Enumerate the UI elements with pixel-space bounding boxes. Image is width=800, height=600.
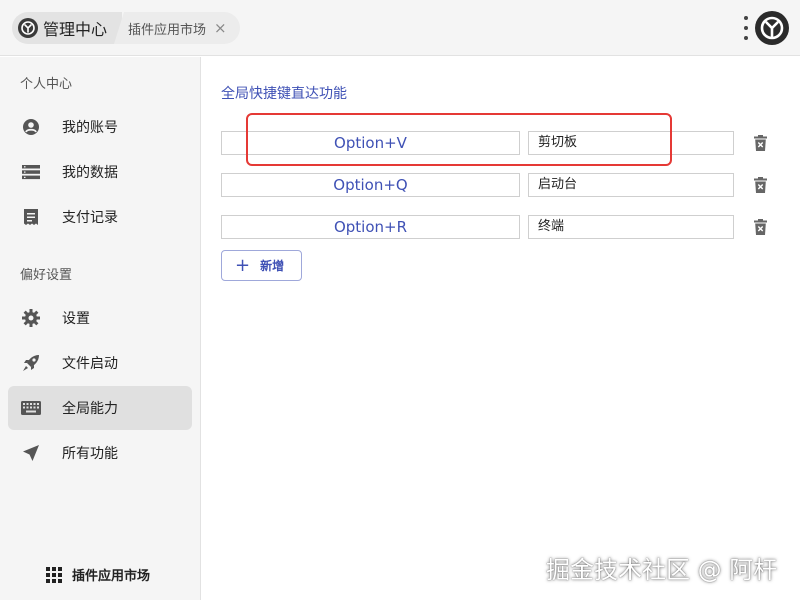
sidebar-item-my-data[interactable]: 我的数据 — [8, 150, 192, 194]
plugin-market-label: 插件应用市场 — [72, 569, 151, 584]
shortcut-function-input[interactable]: 剪切板 — [528, 131, 734, 155]
shortcut-row: Option+Q 启动台 — [221, 173, 781, 197]
tab-plugin-market-label: 插件应用市场 — [128, 22, 207, 38]
data-list-icon — [20, 161, 42, 183]
section-preferences-title: 偏好设置 — [20, 268, 73, 283]
shortcut-function-input[interactable]: 终端 — [528, 215, 734, 239]
keyboard-icon — [20, 397, 42, 419]
gear-icon — [20, 307, 42, 329]
sidebar-item-my-account[interactable]: 我的账号 — [8, 105, 192, 149]
y-logo-avatar[interactable] — [755, 11, 789, 45]
plugin-market-link[interactable]: 插件应用市场 — [46, 565, 150, 584]
sidebar-item-label: 设置 — [62, 311, 90, 327]
shortcut-key-input[interactable]: Option+R — [221, 215, 520, 239]
shortcut-row: Option+R 终端 — [221, 215, 781, 239]
add-shortcut-label: 新增 — [260, 259, 285, 273]
account-circle-icon — [20, 116, 42, 138]
sidebar-item-label: 支付记录 — [62, 210, 118, 226]
plus-icon: + — [235, 254, 251, 276]
tab-admin-center-label: 管理中心 — [43, 20, 108, 39]
shortcut-key-input[interactable]: Option+Q — [221, 173, 520, 197]
add-shortcut-button[interactable]: + 新增 — [221, 250, 302, 281]
rocket-icon — [20, 352, 42, 374]
y-logo-icon — [18, 18, 38, 38]
sidebar-item-label: 我的数据 — [62, 165, 118, 181]
sidebar: 个人中心 我的账号 我的数据 支付记录 偏好设置 设置 文件启动 全局能力 所有… — [0, 57, 201, 600]
sidebar-item-label: 所有功能 — [62, 446, 118, 462]
shortcut-function-input[interactable]: 启动台 — [528, 173, 734, 197]
sidebar-item-label: 文件启动 — [62, 356, 118, 372]
sidebar-item-file-launch[interactable]: 文件启动 — [8, 341, 192, 385]
sidebar-item-all-features[interactable]: 所有功能 — [8, 431, 192, 475]
sidebar-item-label: 我的账号 — [62, 120, 118, 136]
kebab-menu-icon[interactable] — [743, 16, 749, 40]
grid-icon — [46, 566, 62, 583]
close-icon[interactable]: × — [214, 20, 227, 36]
send-icon — [20, 442, 42, 464]
shortcut-key-input[interactable]: Option+V — [221, 131, 520, 155]
tab-plugin-market[interactable]: 插件应用市场 × — [114, 12, 240, 44]
sidebar-item-global-abilities[interactable]: 全局能力 — [8, 386, 192, 430]
sidebar-item-settings[interactable]: 设置 — [8, 296, 192, 340]
trash-icon[interactable] — [750, 175, 770, 195]
tab-admin-center[interactable]: 管理中心 — [12, 12, 122, 44]
sidebar-item-label: 全局能力 — [62, 401, 118, 417]
trash-icon[interactable] — [750, 133, 770, 153]
page-title: 全局快捷键直达功能 — [221, 86, 347, 102]
section-personal-title: 个人中心 — [20, 77, 73, 92]
top-bar: 管理中心 插件应用市场 × — [0, 0, 800, 56]
receipt-icon — [20, 206, 42, 228]
shortcut-row: Option+V 剪切板 — [221, 131, 781, 155]
trash-icon[interactable] — [750, 217, 770, 237]
watermark: 掘金技术社区 @ 阿杆 — [546, 556, 778, 584]
sidebar-item-payment-records[interactable]: 支付记录 — [8, 195, 192, 239]
